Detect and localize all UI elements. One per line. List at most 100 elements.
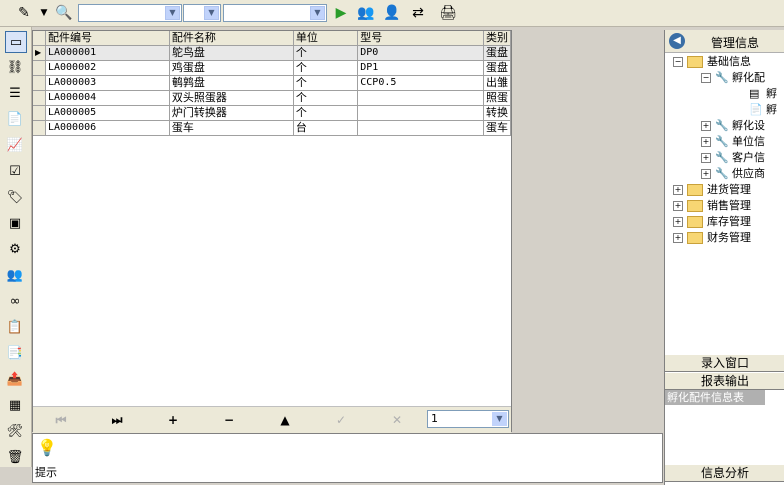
collapse-icon[interactable]: − [701, 73, 711, 83]
tree-item-unit-info[interactable]: + 🔧 单位信 [701, 134, 765, 150]
tree-item-purchasing[interactable]: + 进货管理 [673, 182, 751, 198]
tree-item-customer-info[interactable]: + 🔧 客户信 [701, 150, 765, 166]
table-cell[interactable]: 蛋盘 [483, 45, 512, 61]
add-record-button[interactable]: + [163, 411, 183, 429]
expand-icon[interactable]: + [701, 169, 711, 179]
table-cell[interactable]: 个 [293, 60, 359, 76]
row-header[interactable] [33, 90, 46, 106]
selected-list-item[interactable]: 孵化配件信息表 [665, 390, 765, 405]
cancel-button[interactable]: ✕ [387, 411, 407, 429]
collapse-icon[interactable]: − [673, 57, 683, 67]
table-cell[interactable]: 炉门转换器 [169, 105, 294, 121]
report-icon[interactable]: 📋 [5, 317, 25, 337]
expand-icon[interactable]: + [673, 217, 683, 227]
expand-icon[interactable]: + [701, 121, 711, 131]
table-cell[interactable]: LA000004 [45, 90, 170, 106]
column-header[interactable]: 类别 [483, 31, 512, 46]
table-cell[interactable]: 台 [293, 120, 359, 136]
row-header[interactable] [33, 105, 46, 121]
document-icon[interactable]: 📄 [5, 109, 25, 129]
expand-icon[interactable]: + [673, 201, 683, 211]
chevron-down-icon[interactable]: ▼ [492, 412, 507, 426]
layers-icon[interactable]: ▣ [5, 213, 25, 233]
table-cell[interactable]: 蛋车 [483, 120, 512, 136]
row-header[interactable] [33, 60, 46, 76]
expand-icon[interactable]: + [701, 153, 711, 163]
confirm-button[interactable]: ✓ [331, 411, 351, 429]
table-cell[interactable]: 照蛋 [483, 90, 512, 106]
toolbar-combo-2[interactable]: ▼ [183, 4, 221, 22]
expand-icon[interactable]: + [673, 185, 683, 195]
chevron-down-icon[interactable]: ▼ [165, 6, 180, 20]
table-row[interactable]: LA000003 鹌鹑盘个 CCP0.5 出雏 [33, 75, 512, 91]
table-cell[interactable]: 鸡蛋盘 [169, 60, 294, 76]
play-icon[interactable]: ▶ [331, 3, 351, 23]
table-cell[interactable]: 个 [293, 45, 359, 61]
table-cell[interactable]: DP0 [357, 45, 484, 61]
last-record-button[interactable]: ⏭ [107, 411, 127, 429]
delete-record-button[interactable]: − [219, 411, 239, 429]
tree-item-parts-report[interactable]: 📄 孵 [749, 102, 777, 118]
expand-icon[interactable]: + [701, 137, 711, 147]
table-cell[interactable] [357, 120, 484, 136]
table-cell[interactable]: LA000003 [45, 75, 170, 91]
dropdown-arrow-icon[interactable]: ▼ [34, 3, 54, 23]
column-header[interactable]: 型号 [357, 31, 484, 46]
back-icon[interactable]: ◀ [669, 33, 685, 49]
table-cell[interactable]: 出雏 [483, 75, 512, 91]
table-cell[interactable]: 蛋车 [169, 120, 294, 136]
user-settings-icon[interactable]: 🛠 [5, 421, 25, 441]
report-output-button[interactable]: 报表输出 [665, 372, 784, 390]
trash-icon[interactable]: 🗑 [5, 447, 25, 467]
user-search-icon[interactable]: 👥 [356, 3, 376, 23]
current-row-indicator[interactable]: ▶ [33, 45, 46, 61]
table-cell[interactable]: 个 [293, 75, 359, 91]
entry-window-button[interactable]: 录入窗口 [665, 354, 784, 372]
tree-item-sales[interactable]: + 销售管理 [673, 198, 751, 214]
export-icon[interactable]: 📤 [5, 369, 25, 389]
table-cell[interactable]: 蛋盘 [483, 60, 512, 76]
users-icon[interactable]: 👥 [5, 265, 25, 285]
refresh-icon[interactable]: ⇄ [408, 3, 428, 23]
tree-item-finance[interactable]: + 财务管理 [673, 230, 751, 246]
table-row[interactable]: ▶ LA000001 鸵鸟盘个 DP0 蛋盘 [33, 45, 512, 61]
list-icon[interactable]: ☰ [5, 83, 25, 103]
chart-icon[interactable]: 📈 [5, 135, 25, 155]
page-select[interactable]: 1 ▼ [427, 410, 509, 428]
table-cell[interactable]: 转换 [483, 105, 512, 121]
table-cell[interactable]: LA000001 [45, 45, 170, 61]
row-header[interactable] [33, 75, 46, 91]
table-row[interactable]: LA000006 蛋车台蛋车 [33, 120, 512, 136]
network-icon[interactable]: ⛓ [5, 57, 25, 77]
grid-icon[interactable]: ▦ [5, 395, 25, 415]
tree-item-incubation-equipment[interactable]: + 🔧 孵化设 [701, 118, 765, 134]
table-cell[interactable] [357, 90, 484, 106]
column-header[interactable]: 配件编号 [45, 31, 170, 46]
table-cell[interactable]: 个 [293, 90, 359, 106]
tree-item-parts-entry[interactable]: ▤ 孵 [749, 86, 777, 102]
tree-item-incubation-parts[interactable]: − 🔧 孵化配 [701, 70, 765, 86]
tag-icon[interactable]: 🏷 [5, 187, 25, 207]
row-header[interactable] [33, 120, 46, 136]
expand-icon[interactable]: + [673, 233, 683, 243]
user-find-icon[interactable]: 👤 [382, 3, 402, 23]
tree-item-inventory[interactable]: + 库存管理 [673, 214, 751, 230]
search-icon[interactable]: 🔍 [54, 3, 74, 23]
printer-icon[interactable]: 🖨 [438, 3, 458, 23]
move-up-button[interactable]: ▲ [275, 411, 295, 429]
table-cell[interactable]: LA000006 [45, 120, 170, 136]
table-cell[interactable]: CCP0.5 [357, 75, 484, 91]
table-cell[interactable]: LA000002 [45, 60, 170, 76]
first-record-button[interactable]: ⏮ [51, 411, 71, 429]
chevron-down-icon[interactable]: ▼ [310, 6, 325, 20]
table-cell[interactable] [357, 105, 484, 121]
toolbar-combo-3[interactable]: ▼ [223, 4, 327, 22]
table-cell[interactable]: 个 [293, 105, 359, 121]
info-analysis-button[interactable]: 信息分析 [665, 464, 784, 482]
table-cell[interactable]: LA000005 [45, 105, 170, 121]
window-icon[interactable]: ▭ [5, 31, 27, 53]
table-cell[interactable]: 鸵鸟盘 [169, 45, 294, 61]
table-cell[interactable]: 双头照蛋器 [169, 90, 294, 106]
table-cell[interactable]: DP1 [357, 60, 484, 76]
checklist-icon[interactable]: ☑ [5, 161, 25, 181]
